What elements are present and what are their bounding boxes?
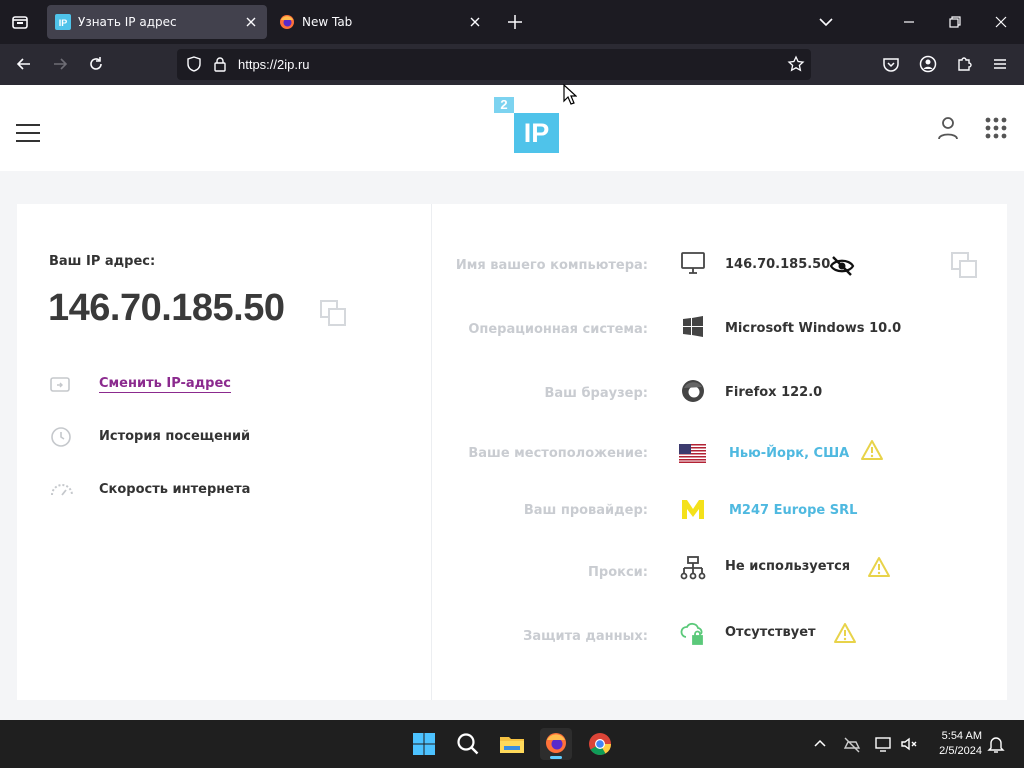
nav-bar: https://2ip.ru [0, 44, 1024, 86]
browser-value: Firefox 122.0 [725, 385, 823, 400]
new-tab-icon[interactable] [505, 12, 525, 32]
account-icon[interactable] [918, 54, 938, 74]
minimize-icon[interactable] [899, 12, 919, 32]
history-icon [49, 425, 73, 449]
search-icon[interactable] [452, 728, 484, 760]
your-ip-label: Ваш IP адрес: [49, 254, 156, 269]
pocket-icon[interactable] [881, 54, 901, 74]
shield-icon[interactable] [185, 55, 203, 73]
copy-hostname-icon[interactable] [950, 251, 978, 279]
location-link[interactable]: Нью-Йорк, США [729, 446, 849, 461]
firefox-icon [679, 377, 707, 405]
computer-name-value: 146.70.185.50 [725, 257, 831, 272]
list-all-tabs-icon[interactable] [816, 12, 836, 32]
logo-small[interactable]: 2 [494, 97, 514, 113]
tab-title: New Tab [302, 15, 353, 29]
svg-text:IP: IP [59, 18, 68, 28]
taskbar: 5:54 AM 2/5/2024 [0, 720, 1024, 768]
os-value: Microsoft Windows 10.0 [725, 321, 902, 336]
clock[interactable]: 5:54 AM 2/5/2024 [939, 729, 982, 759]
display-icon[interactable] [874, 734, 894, 754]
network-icon [679, 555, 707, 583]
mouse-cursor-icon [563, 83, 578, 106]
cloud-lock-icon [679, 619, 707, 647]
page-content: 2 IP Ваш IP адрес: 146.70.185.50 Сменить… [0, 85, 1024, 720]
us-flag-icon [679, 444, 706, 463]
notification-bell-icon[interactable] [987, 734, 1005, 754]
back-icon[interactable] [14, 54, 34, 74]
row-label: Ваше местоположение: [468, 446, 648, 461]
site-header: 2 IP [0, 85, 1024, 171]
firefox-taskbar-icon[interactable] [540, 728, 572, 760]
show-hidden-icons-icon[interactable] [812, 736, 828, 752]
extensions-icon[interactable] [954, 54, 974, 74]
warning-icon[interactable] [867, 556, 891, 578]
2ip-favicon-icon: IP [55, 14, 71, 30]
copy-icon[interactable] [319, 299, 347, 327]
monitor-icon [679, 249, 707, 277]
user-icon[interactable] [937, 116, 959, 140]
tab-bar: IP Узнать IP адрес New Tab [0, 0, 1024, 44]
change-ip-link[interactable]: Сменить IP-адрес [99, 376, 231, 393]
warning-icon[interactable] [860, 439, 884, 461]
chrome-icon[interactable] [584, 728, 616, 760]
speed-test-link[interactable]: Скорость интернета [99, 482, 250, 497]
windows-icon [679, 313, 707, 341]
proxy-value: Не используется [725, 559, 851, 574]
swap-icon [49, 374, 73, 398]
history-link[interactable]: История посещений [99, 429, 250, 444]
apps-grid-icon[interactable] [985, 117, 1007, 139]
tab-title: Узнать IP адрес [78, 15, 177, 29]
row-label: Операционная система: [468, 322, 648, 337]
url-bar[interactable]: https://2ip.ru [177, 49, 811, 80]
url-text[interactable]: https://2ip.ru [238, 57, 310, 72]
firefox-view-icon[interactable] [8, 10, 32, 34]
data-protection-value: Отсутствует [725, 625, 816, 640]
volume-muted-icon[interactable] [899, 734, 919, 754]
provider-logo-icon [679, 497, 707, 525]
windows-start-icon[interactable] [408, 728, 440, 760]
bookmark-star-icon[interactable] [787, 55, 805, 73]
logo-ip[interactable]: IP [514, 113, 559, 153]
provider-link[interactable]: M247 Europe SRL [729, 503, 857, 518]
tab-new[interactable]: New Tab [271, 5, 491, 39]
row-label: Ваш провайдер: [523, 503, 648, 518]
close-window-icon[interactable] [991, 12, 1011, 32]
forward-icon[interactable] [50, 54, 70, 74]
card-divider [431, 204, 432, 700]
close-tab-icon[interactable] [243, 14, 259, 30]
speedometer-icon [49, 478, 73, 502]
firefox-favicon-icon [279, 14, 295, 30]
active-indicator [550, 756, 562, 759]
clock-date: 2/5/2024 [939, 745, 982, 757]
menu-icon[interactable] [990, 54, 1010, 74]
warning-icon[interactable] [833, 622, 857, 644]
clock-time: 5:54 AM [941, 730, 982, 742]
close-tab-icon[interactable] [467, 14, 483, 30]
row-label: Защита данных: [523, 629, 648, 644]
network-offline-icon[interactable] [842, 734, 862, 754]
row-label: Имя вашего компьютера: [455, 258, 648, 273]
tab-2ip[interactable]: IP Узнать IP адрес [47, 5, 267, 39]
restore-icon[interactable] [945, 12, 965, 32]
row-label: Ваш браузер: [544, 386, 648, 401]
file-explorer-icon[interactable] [496, 728, 528, 760]
row-label: Прокси: [588, 565, 648, 580]
hide-eye-icon[interactable] [829, 255, 855, 277]
lock-icon[interactable] [211, 55, 229, 73]
ip-address[interactable]: 146.70.185.50 [48, 287, 285, 330]
hamburger-menu-icon[interactable] [16, 123, 40, 143]
ip-info-card: Ваш IP адрес: 146.70.185.50 Сменить IP-а… [17, 204, 1007, 700]
reload-icon[interactable] [86, 54, 106, 74]
